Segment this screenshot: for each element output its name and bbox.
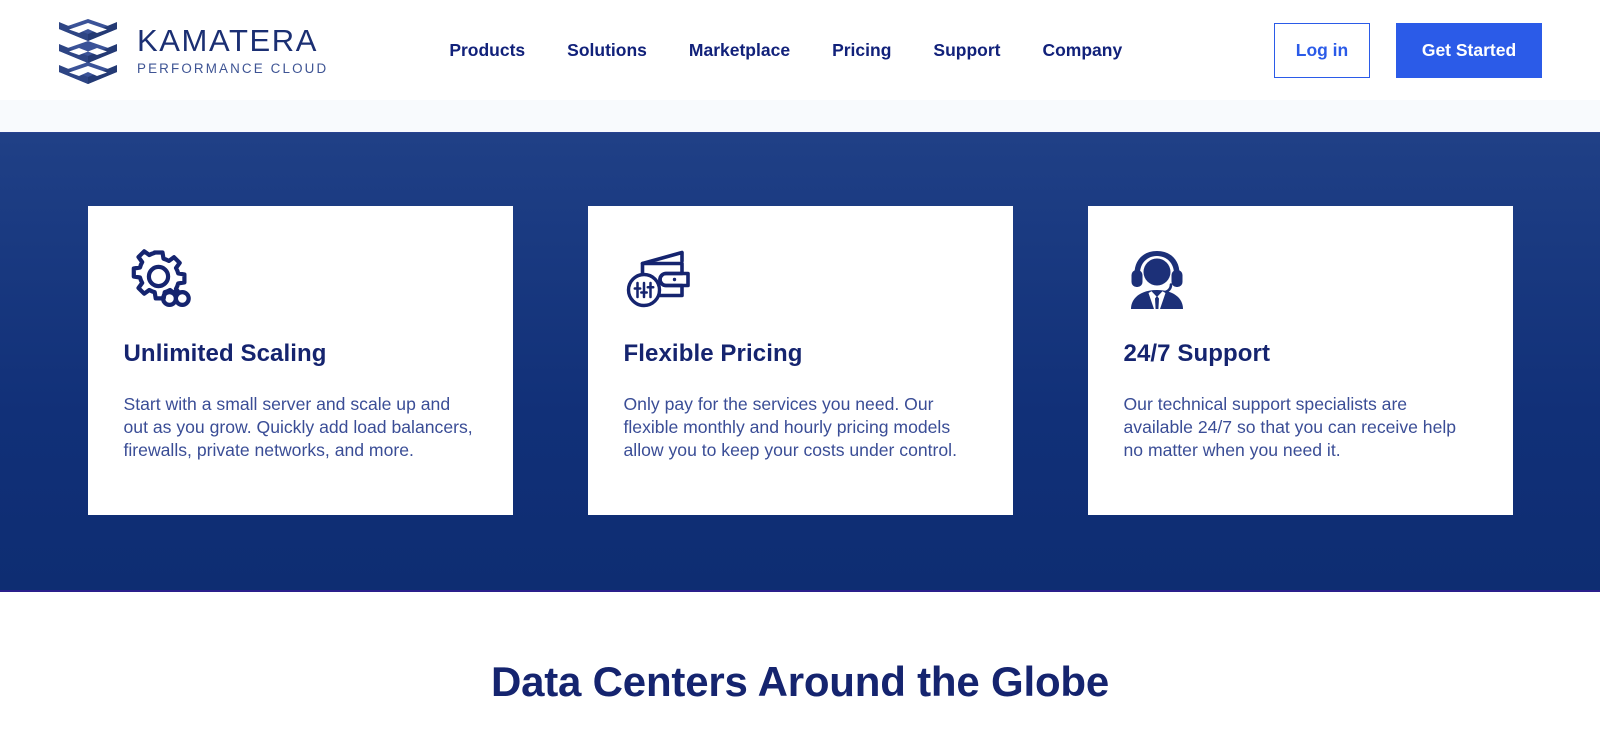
stacked-layers-logo-icon <box>59 19 117 84</box>
feature-card-flexible-pricing: Flexible Pricing Only pay for the servic… <box>587 206 1013 515</box>
card-description: Our technical support specialists are av… <box>1123 394 1457 461</box>
brand-logo-link[interactable]: KAMATERA PERFORMANCE CLOUD <box>55 14 328 86</box>
nav-item-products[interactable]: Products <box>428 30 546 71</box>
brand-name: KAMATERA <box>137 22 319 58</box>
features-section: Unlimited Scaling Start with a small ser… <box>0 133 1600 592</box>
nav-item-company[interactable]: Company <box>1021 30 1143 71</box>
main-navigation: Products Solutions Marketplace Pricing S… <box>428 30 1143 71</box>
feature-cards-row: Unlimited Scaling Start with a small ser… <box>87 206 1513 515</box>
get-started-button[interactable]: Get Started <box>1396 22 1542 78</box>
brand-tagline: PERFORMANCE CLOUD <box>137 61 329 77</box>
card-icon-slot <box>1124 244 1477 316</box>
site-header: KAMATERA PERFORMANCE CLOUD Products Solu… <box>0 0 1600 100</box>
support-agent-headset-icon <box>1130 251 1183 309</box>
card-title: 24/7 Support <box>1123 340 1271 367</box>
data-centers-title: Data Centers Around the Globe <box>490 658 1110 705</box>
wallet-sliders-icon <box>626 250 690 308</box>
gear-infinity-icon <box>131 249 191 307</box>
card-icon-slot <box>124 244 477 316</box>
card-title: Unlimited Scaling <box>123 340 327 367</box>
nav-item-solutions[interactable]: Solutions <box>546 30 668 71</box>
login-button[interactable]: Log in <box>1274 22 1370 78</box>
card-icon-slot <box>624 244 977 316</box>
nav-item-marketplace[interactable]: Marketplace <box>668 30 811 71</box>
feature-card-24-7-support: 24/7 Support Our technical support speci… <box>1087 206 1513 515</box>
header-actions: Log in Get Started <box>1274 22 1542 78</box>
nav-item-pricing[interactable]: Pricing <box>811 30 912 71</box>
data-centers-section: Data Centers Around the Globe <box>0 592 1600 750</box>
brand-wordmark: KAMATERA PERFORMANCE CLOUD <box>137 22 329 77</box>
card-description: Only pay for the services you need. Our … <box>623 394 957 461</box>
card-description: Start with a small server and scale up a… <box>123 394 473 461</box>
header-divider-strip <box>0 100 1600 133</box>
nav-item-support[interactable]: Support <box>912 30 1021 71</box>
feature-card-unlimited-scaling: Unlimited Scaling Start with a small ser… <box>87 206 513 515</box>
card-title: Flexible Pricing <box>623 340 803 367</box>
